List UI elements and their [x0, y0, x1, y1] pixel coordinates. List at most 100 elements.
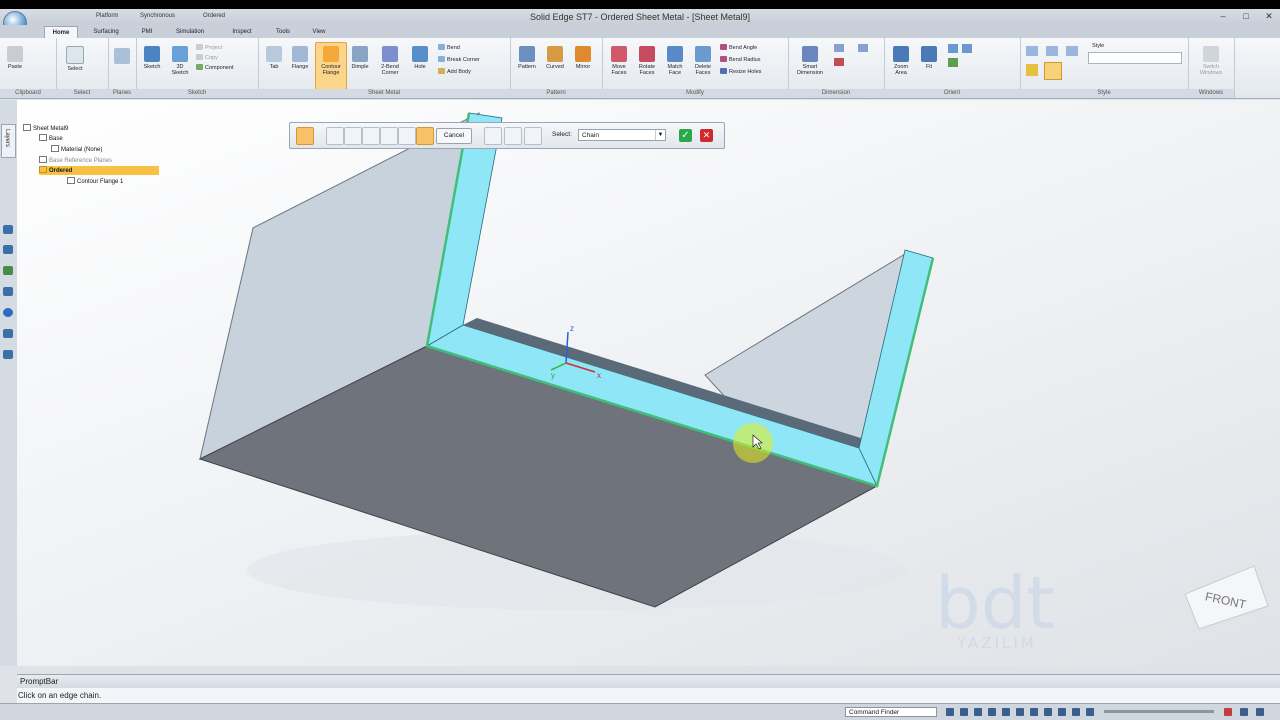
feature-library-icon[interactable] [3, 225, 13, 234]
view-icon[interactable] [1066, 46, 1078, 56]
tree-item-reference-planes[interactable]: Base Reference Planes [39, 156, 112, 165]
tree-item-material[interactable]: Material (None) [51, 145, 102, 154]
flange-button[interactable]: Flange [288, 46, 312, 70]
status-icon[interactable] [1256, 708, 1264, 716]
delete-faces-button[interactable]: Delete Faces [690, 46, 716, 76]
family-icon[interactable] [3, 287, 13, 296]
bend-radius-button[interactable]: Bend Radius [720, 56, 761, 64]
smart-dimension-button[interactable]: Smart Dimension [792, 46, 828, 76]
zoom-slider[interactable] [1104, 710, 1214, 713]
shading-icon[interactable] [1026, 64, 1038, 76]
bend-button[interactable]: Bend [438, 44, 460, 52]
3d-sketch-button[interactable]: 3D Sketch [168, 46, 192, 76]
add-body-button[interactable]: Add Body [438, 68, 471, 76]
accept-button[interactable]: ✓ [679, 129, 692, 142]
move-faces-button[interactable]: Move Faces [606, 46, 632, 76]
status-icon[interactable] [1002, 708, 1010, 716]
qat-ordered[interactable]: Ordered [203, 11, 225, 22]
status-icon[interactable] [1224, 708, 1232, 716]
status-icon[interactable] [988, 708, 996, 716]
select-button[interactable]: Select [64, 46, 86, 72]
step-icon[interactable] [398, 127, 416, 145]
tab-feature-button[interactable]: Tab [262, 46, 286, 70]
switch-windows-button[interactable]: Switch Windows [1194, 46, 1228, 76]
tab-simulation[interactable]: Simulation [166, 26, 214, 38]
tab-tools[interactable]: Tools [266, 26, 300, 38]
zoom-icon[interactable] [948, 44, 958, 53]
pattern-button[interactable]: Pattern [514, 46, 540, 70]
copy-button[interactable]: Copy [196, 54, 218, 62]
status-icon[interactable] [960, 708, 968, 716]
step-icon[interactable] [344, 127, 362, 145]
rotate-icon[interactable] [948, 58, 958, 67]
status-icon[interactable] [1240, 708, 1248, 716]
graphics-window[interactable]: z y x bdt YAZILIM FRONT Sheet Metal9 Bas… [17, 100, 1280, 666]
status-icon[interactable] [1058, 708, 1066, 716]
pan-icon[interactable] [962, 44, 972, 53]
zoom-area-button[interactable]: Zoom Area [888, 46, 914, 76]
status-icon[interactable] [1030, 708, 1038, 716]
dimple-button[interactable]: Dimple [348, 46, 372, 70]
command-finder-input[interactable]: Command Finder [845, 707, 937, 717]
status-icon[interactable] [1044, 708, 1052, 716]
status-icon[interactable] [946, 708, 954, 716]
view-icon[interactable] [1046, 46, 1058, 56]
qat-synchronous[interactable]: Synchronous [140, 11, 175, 22]
tab-view[interactable]: View [304, 26, 334, 38]
view-icon[interactable] [1026, 46, 1038, 56]
style-dropdown[interactable] [1088, 52, 1182, 64]
step-icon[interactable] [326, 127, 344, 145]
component-button[interactable]: Component [196, 64, 233, 72]
sensors-icon[interactable] [3, 266, 13, 275]
close-icon[interactable]: ✕ [1262, 11, 1276, 22]
planes-button[interactable] [114, 48, 130, 66]
checkbox-icon[interactable] [39, 156, 47, 163]
close-command-button[interactable]: ✕ [700, 129, 713, 142]
tree-item-base[interactable]: Base [39, 134, 63, 143]
status-icon[interactable] [1072, 708, 1080, 716]
layers-tab[interactable]: Layers [1, 124, 16, 158]
option-icon[interactable] [504, 127, 522, 145]
resize-holes-button[interactable]: Resize Holes [720, 68, 761, 76]
help-icon[interactable] [3, 308, 13, 317]
hole-button[interactable]: Hole [408, 46, 432, 70]
model-view[interactable]: z y x bdt YAZILIM FRONT [17, 100, 1280, 666]
contour-flange-button[interactable]: Contour Flange [315, 42, 347, 90]
tools-icon[interactable] [3, 350, 13, 359]
select-dropdown[interactable]: Chain ▼ [578, 129, 666, 141]
match-face-button[interactable]: Match Face [662, 46, 688, 76]
step-icon[interactable] [416, 127, 434, 145]
mirror-button[interactable]: Mirror [570, 46, 596, 70]
curved-button[interactable]: Curved [542, 46, 568, 70]
2-bend-corner-button[interactable]: 2-Bend Corner [376, 46, 404, 76]
break-corner-button[interactable]: Break Corner [438, 56, 480, 64]
step-icon[interactable] [380, 127, 398, 145]
bend-angle-button[interactable]: Bend Angle [720, 44, 757, 52]
dimension-tool-icon[interactable] [834, 58, 844, 66]
rotate-faces-button[interactable]: Rotate Faces [634, 46, 660, 76]
tab-inspect[interactable]: Inspect [222, 26, 262, 38]
project-button[interactable]: Project [196, 44, 222, 52]
status-icon[interactable] [1086, 708, 1094, 716]
fit-button[interactable]: Fit [916, 46, 942, 70]
step-icon[interactable] [362, 127, 380, 145]
layers-icon[interactable] [3, 245, 13, 254]
chevron-down-icon[interactable]: ▼ [655, 130, 665, 140]
paste-button[interactable]: Paste [4, 46, 26, 70]
minimize-icon[interactable]: – [1216, 11, 1230, 22]
checkbox-icon[interactable] [39, 134, 47, 141]
option-icon[interactable] [484, 127, 502, 145]
option-icon[interactable] [524, 127, 542, 145]
tree-item-ordered[interactable]: Ordered [39, 166, 159, 175]
dimension-tool-icon[interactable] [834, 44, 844, 52]
shaded-edges-icon[interactable] [1044, 62, 1062, 80]
maximize-icon[interactable]: □ [1239, 11, 1253, 22]
sketch-button[interactable]: Sketch [140, 46, 164, 70]
cancel-button[interactable]: Cancel [436, 128, 472, 144]
tree-item-contour-flange[interactable]: Contour Flange 1 [67, 177, 123, 186]
qat-platform[interactable]: Platform [96, 11, 118, 22]
tree-root[interactable]: Sheet Metal9 [23, 124, 68, 133]
status-icon[interactable] [1016, 708, 1024, 716]
step-icon[interactable] [296, 127, 314, 145]
tab-surfacing[interactable]: Surfacing [84, 26, 128, 38]
